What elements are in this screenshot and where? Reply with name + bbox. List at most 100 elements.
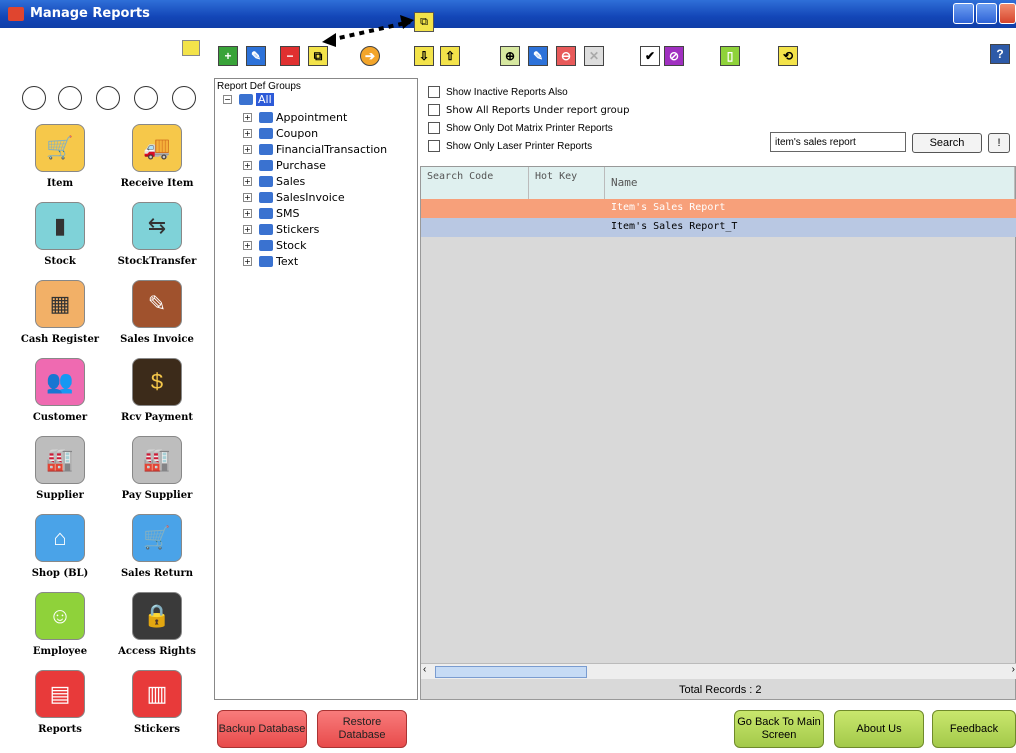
module-pay-supplier[interactable]: 🏭 Pay Supplier xyxy=(112,436,202,501)
group-edit-icon[interactable]: ✎ xyxy=(528,46,548,66)
shop-icon: ⌂ xyxy=(35,514,85,562)
barcode-icon: ▥ xyxy=(132,670,182,718)
folder-icon xyxy=(259,112,273,123)
circle-4[interactable]: 4 xyxy=(134,86,158,110)
register-icon: ▦ xyxy=(35,280,85,328)
truck-icon: 🚚 xyxy=(132,124,182,172)
circle-1[interactable]: 1 xyxy=(22,86,46,110)
folder-icon xyxy=(259,160,273,171)
table-row[interactable]: Item's Sales Report_T xyxy=(421,218,1016,237)
new-document-icon[interactable]: ▯ xyxy=(720,46,740,66)
folder-icon xyxy=(259,128,273,139)
factory-icon: 🏭 xyxy=(35,436,85,484)
folder-icon xyxy=(259,144,273,155)
folder-icon xyxy=(259,256,273,267)
tree-item-purchase[interactable]: + Purchase xyxy=(243,159,326,172)
refresh-icon[interactable]: ⟲ xyxy=(778,46,798,66)
folder-icon xyxy=(259,192,273,203)
circle-5[interactable]: 5 xyxy=(172,86,196,110)
customer-icon: 👥 xyxy=(35,358,85,406)
module-customer[interactable]: 👥 Customer xyxy=(15,358,105,423)
dotted-arrow-head-left xyxy=(322,33,336,47)
help-icon[interactable]: ? xyxy=(990,44,1010,64)
group-add-icon[interactable]: ⊕ xyxy=(500,46,520,66)
cart-icon: 🛒 xyxy=(35,124,85,172)
column-search-code[interactable]: Search Code xyxy=(421,167,529,199)
circle-2[interactable]: 2 xyxy=(58,86,82,110)
module-sales-invoice[interactable]: ✎ Sales Invoice xyxy=(112,280,202,345)
copy-icon[interactable]: ⧉ xyxy=(308,46,328,66)
backup-database-button[interactable]: Backup Database xyxy=(217,710,307,748)
about-us-button[interactable]: About Us xyxy=(834,710,924,748)
go-back-main-screen-button[interactable]: Go Back To Main Screen xyxy=(734,710,824,748)
module-employee[interactable]: ☺ Employee xyxy=(15,592,105,657)
box-transfer-icon: ⇆ xyxy=(132,202,182,250)
search-input[interactable] xyxy=(770,132,906,152)
search-button[interactable]: Search xyxy=(912,133,982,153)
module-rcv-payment[interactable]: $ Rcv Payment xyxy=(112,358,202,423)
circle-3[interactable]: 3 xyxy=(96,86,120,110)
module-stock[interactable]: ▮ Stock xyxy=(15,202,105,267)
module-access-rights[interactable]: 🔒 Access Rights xyxy=(112,592,202,657)
tree-item-appointment[interactable]: + Appointment xyxy=(243,111,347,124)
show-dot-matrix-checkbox[interactable]: Show Only Dot Matrix Printer Reports xyxy=(428,122,613,134)
add-icon[interactable]: + xyxy=(218,46,238,66)
go-arrow-icon[interactable]: ➔ xyxy=(360,46,380,66)
invoice-icon: ✎ xyxy=(132,280,182,328)
group-delete-icon[interactable]: ⊖ xyxy=(556,46,576,66)
activate-check-icon[interactable]: ✔ xyxy=(640,46,660,66)
deactivate-icon[interactable]: ⊘ xyxy=(664,46,684,66)
module-reports[interactable]: ▤ Reports xyxy=(15,670,105,735)
tree-item-coupon[interactable]: + Coupon xyxy=(243,127,318,140)
tree-header: Report Def Groups xyxy=(217,81,301,92)
folder-icon xyxy=(259,176,273,187)
show-all-under-group-checkbox[interactable]: Show All Reports Under report group xyxy=(428,104,630,116)
sales-return-cart-icon: 🛒 xyxy=(132,514,182,562)
show-laser-checkbox[interactable]: Show Only Laser Printer Reports xyxy=(428,140,592,152)
feedback-button[interactable]: Feedback xyxy=(932,710,1016,748)
reports-icon: ▤ xyxy=(35,670,85,718)
folder-icon xyxy=(239,94,253,105)
module-stickers[interactable]: ▥ Stickers xyxy=(112,670,202,735)
export-icon[interactable]: ⇧ xyxy=(440,46,460,66)
money-icon: $ xyxy=(132,358,182,406)
disabled-close-icon: ✕ xyxy=(584,46,604,66)
tree-item-financialtransaction[interactable]: + FinancialTransaction xyxy=(243,143,387,156)
module-sales-return[interactable]: 🛒 Sales Return xyxy=(112,514,202,579)
module-shop-bl[interactable]: ⌂ Shop (BL) xyxy=(15,514,105,579)
import-icon[interactable]: ⇩ xyxy=(414,46,434,66)
horizontal-scrollbar[interactable]: ‹ › xyxy=(421,663,1016,679)
module-supplier[interactable]: 🏭 Supplier xyxy=(15,436,105,501)
scroll-thumb[interactable] xyxy=(435,666,587,678)
module-cash-register[interactable]: ▦ Cash Register xyxy=(15,280,105,345)
module-receive-item[interactable]: 🚚 Receive Item xyxy=(112,124,202,189)
module-stock-transfer[interactable]: ⇆ StockTransfer xyxy=(112,202,202,267)
table-row[interactable]: Item's Sales Report xyxy=(421,199,1016,218)
report-group-tree: Report Def Groups − All + Appointment + Cou… xyxy=(214,78,418,700)
dotted-arrow-line xyxy=(329,20,411,42)
tree-item-sales[interactable]: + Sales xyxy=(243,175,305,188)
lock-key-icon: 🔒 xyxy=(132,592,182,640)
folder-icon xyxy=(259,208,273,219)
delete-icon[interactable]: − xyxy=(280,46,300,66)
edit-icon[interactable]: ✎ xyxy=(246,46,266,66)
module-item[interactable]: 🛒 Item xyxy=(15,124,105,189)
reports-table: Search Code Hot Key Name Item's Sales Re… xyxy=(420,166,1016,700)
total-records: Total Records : 2 xyxy=(679,684,762,696)
restore-database-button[interactable]: Restore Database xyxy=(317,710,407,748)
trolley-icon: ▮ xyxy=(35,202,85,250)
tree-item-text[interactable]: + Text xyxy=(243,255,298,268)
tree-item-salesinvoice[interactable]: + SalesInvoice xyxy=(243,191,345,204)
tree-item-stickers[interactable]: + Stickers xyxy=(243,223,319,236)
folder-icon xyxy=(259,224,273,235)
column-name[interactable]: Name xyxy=(605,167,1015,199)
column-hot-key[interactable]: Hot Key xyxy=(529,167,605,199)
exclamation-button[interactable]: ! xyxy=(988,133,1010,153)
tree-item-sms[interactable]: + SMS xyxy=(243,207,299,220)
left-panel-toggle-icon[interactable] xyxy=(182,40,200,56)
employee-icon: ☺ xyxy=(35,592,85,640)
tree-root-all[interactable]: − All xyxy=(223,93,274,106)
tree-item-stock[interactable]: + Stock xyxy=(243,239,306,252)
show-inactive-checkbox[interactable]: Show Inactive Reports Also xyxy=(428,86,568,98)
factory-pay-icon: 🏭 xyxy=(132,436,182,484)
